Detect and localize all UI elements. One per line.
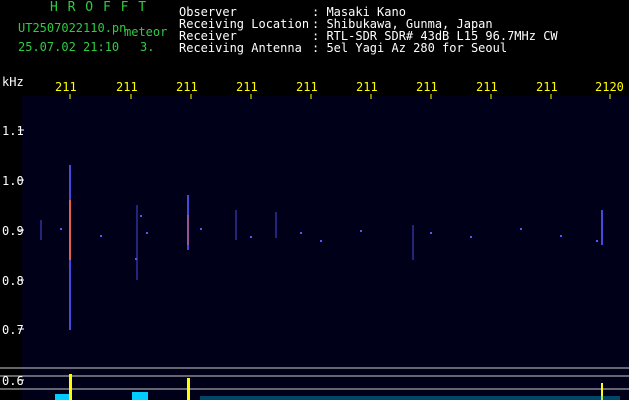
spectrogram-background bbox=[22, 96, 629, 400]
y-tick: 1.1 bbox=[2, 124, 24, 138]
time-tick: 211 bbox=[536, 80, 558, 94]
echo-dot bbox=[470, 236, 472, 238]
echo-dot bbox=[135, 258, 137, 260]
datetime-label: 25.07.02 21:10 bbox=[18, 40, 120, 54]
filename-label: UT2507022110.pn bbox=[18, 21, 127, 35]
noise-floor bbox=[200, 396, 620, 400]
echo-dot bbox=[560, 235, 562, 237]
time-tick: 211 bbox=[176, 80, 198, 94]
fragment-label: 3. bbox=[140, 40, 155, 54]
y-axis-unit: kHz bbox=[2, 75, 24, 89]
signal-burst bbox=[132, 392, 148, 400]
time-tick: 211 bbox=[236, 80, 258, 94]
antenna-label: Receiving Antenna bbox=[179, 41, 302, 55]
time-tick: 211 bbox=[416, 80, 438, 94]
echo-dot bbox=[360, 230, 362, 232]
echo-dot bbox=[300, 232, 302, 234]
spectrogram-canvas bbox=[0, 94, 629, 400]
echo-dot bbox=[520, 228, 522, 230]
echo-dot bbox=[200, 228, 202, 230]
echo-dot bbox=[100, 235, 102, 237]
software-title: H R O F F T bbox=[50, 0, 148, 15]
time-tick: 211 bbox=[55, 80, 77, 94]
echo-dot bbox=[596, 240, 598, 242]
time-tick: 2120 bbox=[595, 80, 624, 94]
time-tick: 211 bbox=[476, 80, 498, 94]
y-tick: 0.7 bbox=[2, 323, 24, 337]
echo-dot bbox=[146, 232, 148, 234]
signal-burst bbox=[69, 374, 72, 400]
echo-dot bbox=[250, 236, 252, 238]
echo-dot bbox=[140, 215, 142, 217]
signal-burst bbox=[187, 378, 190, 400]
time-tick: 211 bbox=[116, 80, 138, 94]
echo-dot bbox=[60, 228, 62, 230]
antenna-value: : 5el Yagi Az 280 for Seoul bbox=[312, 41, 508, 55]
y-tick: 0.9 bbox=[2, 224, 24, 238]
y-tick: 0.8 bbox=[2, 274, 24, 288]
y-tick: 1.0 bbox=[2, 174, 24, 188]
signal-burst bbox=[55, 394, 69, 400]
time-tick: 211 bbox=[356, 80, 378, 94]
y-tick: 0.6 bbox=[2, 374, 24, 388]
time-tick: 211 bbox=[296, 80, 318, 94]
echo-dot bbox=[320, 240, 322, 242]
echo-dot bbox=[430, 232, 432, 234]
mode-label: meteor bbox=[124, 25, 168, 39]
